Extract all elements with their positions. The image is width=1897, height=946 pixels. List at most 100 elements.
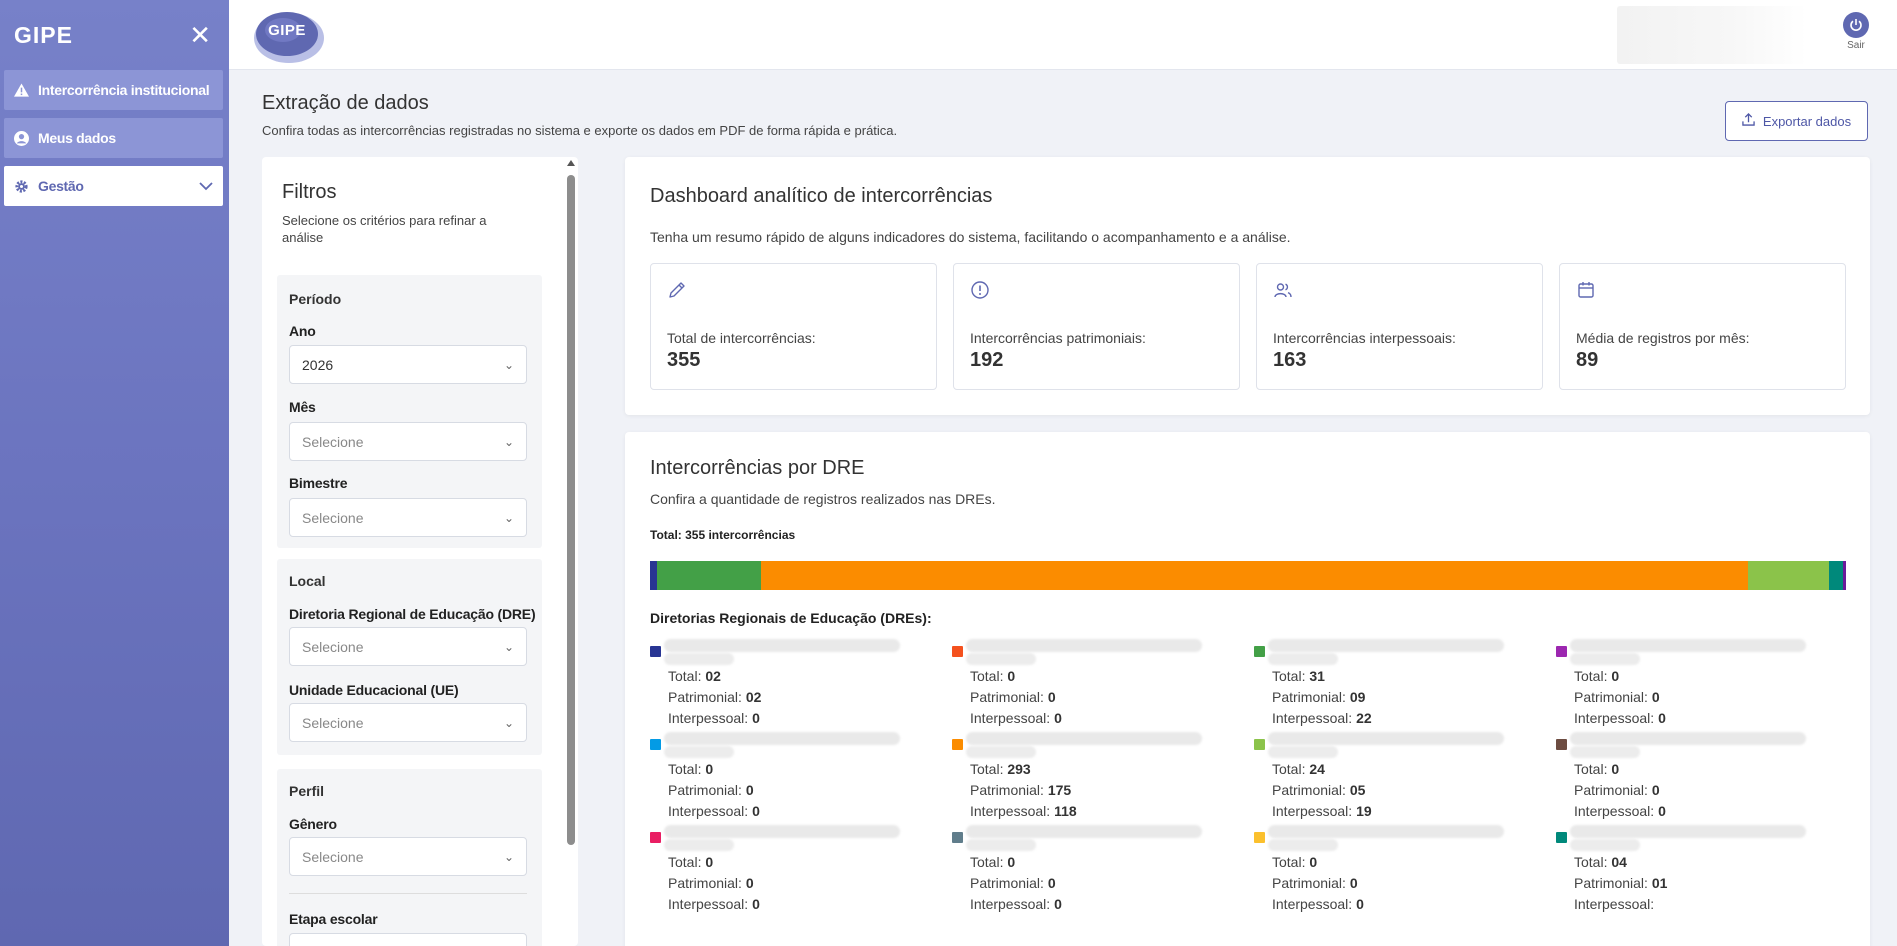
dre-placeholder: Selecione — [302, 638, 364, 655]
user-info-redacted — [1617, 6, 1807, 64]
dre-interpessoal-line: Interpessoal: 0 — [1574, 710, 1666, 726]
logout-label: Sair — [1847, 40, 1865, 51]
redacted-dre-name — [1570, 839, 1640, 851]
ano-select[interactable]: 2026 ⌄ — [289, 345, 527, 384]
filters-scrollbar[interactable] — [566, 157, 576, 946]
header-logo[interactable]: GIPE — [249, 6, 329, 64]
redacted-dre-name — [664, 639, 900, 652]
etapa-select[interactable] — [289, 933, 527, 946]
dre-total-label: Total: 355 intercorrências — [650, 528, 796, 542]
filters-subtitle: Selecione os critérios para refinar a an… — [282, 213, 487, 245]
dre-item: Total: 04 Patrimonial: 01 Interpessoal: — [1556, 821, 1826, 916]
filter-group-periodo: Período Ano 2026 ⌄ Mês Selecione ⌄ Bimes… — [277, 275, 542, 548]
export-label: Exportar dados — [1762, 113, 1852, 129]
sidebar: GIPE ✕ Intercorrência institucional Meus… — [0, 0, 229, 946]
dre-total-line: Total: 04 — [1574, 854, 1627, 870]
chevron-down-icon: ⌄ — [503, 715, 514, 730]
dre-item: Total: 24 Patrimonial: 05 Interpessoal: 19 — [1254, 728, 1524, 823]
filter-group-title: Local — [289, 573, 326, 589]
stat-card-total: Total de intercorrências: 355 — [650, 263, 937, 390]
dre-subtitle: Confira a quantidade de registros realiz… — [650, 491, 996, 507]
alert-circle-icon — [970, 280, 990, 300]
dre-interpessoal-line: Interpessoal: 22 — [1272, 710, 1372, 726]
dre-patrimonial-line: Patrimonial: 0 — [1574, 689, 1660, 705]
sidebar-item-gestao[interactable]: Gestão — [4, 166, 223, 206]
filters-title: Filtros — [282, 181, 337, 203]
sidebar-item-intercorrencia[interactable]: Intercorrência institucional — [4, 70, 223, 110]
dre-total-line: Total: 24 — [1272, 761, 1325, 777]
dre-total-line: Total: 0 — [668, 854, 714, 870]
ue-placeholder: Selecione — [302, 714, 364, 731]
stat-card-media: Média de registros por mês: 89 — [1559, 263, 1846, 390]
bar-segment[interactable] — [1748, 561, 1830, 590]
chevron-down-icon: ⌄ — [503, 639, 514, 654]
redacted-dre-name — [1268, 746, 1338, 758]
dre-interpessoal-line: Interpessoal: 0 — [1272, 896, 1364, 912]
dre-title: Intercorrências por DRE — [650, 457, 865, 479]
dre-item: Total: 0 Patrimonial: 0 Interpessoal: 0 — [1556, 728, 1826, 823]
dre-item: Total: 0 Patrimonial: 0 Interpessoal: 0 — [1254, 821, 1524, 916]
legend-swatch — [1556, 646, 1567, 657]
header-logo-text: GIPE — [268, 22, 306, 39]
user-circle-icon — [14, 130, 32, 146]
bar-segment[interactable] — [1842, 561, 1846, 590]
legend-swatch — [650, 739, 661, 750]
redacted-dre-name — [1570, 746, 1640, 758]
legend-swatch — [1254, 832, 1265, 843]
stat-label: Total de intercorrências: — [667, 330, 816, 346]
dre-patrimonial-line: Patrimonial: 09 — [1272, 689, 1366, 705]
redacted-dre-name — [664, 653, 734, 665]
legend-swatch — [1254, 646, 1265, 657]
redacted-dre-name — [1570, 732, 1806, 745]
dre-item: Total: 31 Patrimonial: 09 Interpessoal: 22 — [1254, 635, 1524, 730]
dre-item: Total: 0 Patrimonial: 0 Interpessoal: 0 — [650, 728, 920, 823]
bar-segment[interactable] — [656, 561, 762, 590]
filters-panel: Filtros Selecione os critérios para refi… — [262, 157, 578, 946]
sidebar-item-label: Gestão — [38, 178, 84, 194]
sidebar-item-meus-dados[interactable]: Meus dados — [4, 118, 223, 158]
ue-select[interactable]: Selecione ⌄ — [289, 703, 527, 742]
divider — [289, 893, 527, 894]
bar-segment[interactable] — [1829, 561, 1843, 590]
dre-patrimonial-line: Patrimonial: 01 — [1574, 875, 1668, 891]
bar-segment[interactable] — [761, 561, 1749, 590]
pencil-icon — [667, 280, 687, 300]
redacted-dre-name — [664, 825, 900, 838]
gear-icon — [14, 179, 32, 194]
mes-select[interactable]: Selecione ⌄ — [289, 422, 527, 461]
scroll-up-icon[interactable] — [567, 160, 575, 166]
close-icon[interactable]: ✕ — [189, 22, 211, 48]
stat-value: 163 — [1273, 349, 1307, 371]
users-icon — [1273, 280, 1293, 300]
genero-select[interactable]: Selecione ⌄ — [289, 837, 527, 876]
dre-total-line: Total: 293 — [970, 761, 1031, 777]
chevron-down-icon[interactable] — [199, 178, 213, 194]
dre-item: Total: 293 Patrimonial: 175 Interpessoal: … — [952, 728, 1222, 823]
dre-total-line: Total: 02 — [668, 668, 721, 684]
page-subtitle: Confira todas as intercorrências registr… — [262, 123, 898, 138]
redacted-dre-name — [966, 825, 1202, 838]
dre-interpessoal-line: Interpessoal: — [1574, 896, 1655, 912]
genero-label: Gênero — [289, 816, 337, 832]
chevron-down-icon: ⌄ — [503, 357, 514, 372]
redacted-dre-name — [1268, 839, 1338, 851]
dre-interpessoal-line: Interpessoal: 0 — [970, 710, 1062, 726]
bimestre-select[interactable]: Selecione ⌄ — [289, 498, 527, 537]
redacted-dre-name — [1268, 639, 1504, 652]
redacted-dre-name — [966, 653, 1036, 665]
ano-value: 2026 — [302, 356, 334, 373]
sidebar-item-label: Meus dados — [38, 130, 116, 146]
dre-interpessoal-line: Interpessoal: 0 — [668, 803, 760, 819]
scroll-thumb[interactable] — [567, 175, 575, 845]
ue-label: Unidade Educacional (UE) — [289, 682, 459, 698]
bar-segment[interactable] — [650, 561, 657, 590]
dre-select[interactable]: Selecione ⌄ — [289, 627, 527, 666]
export-button[interactable]: Exportar dados — [1725, 101, 1868, 141]
upload-icon — [1742, 113, 1755, 129]
dre-list-title: Diretorias Regionais de Educação (DREs): — [650, 610, 932, 626]
power-icon — [1843, 12, 1869, 38]
logout-button[interactable]: Sair — [1839, 12, 1873, 51]
legend-swatch — [1254, 739, 1265, 750]
legend-swatch — [650, 832, 661, 843]
etapa-label: Etapa escolar — [289, 911, 378, 927]
